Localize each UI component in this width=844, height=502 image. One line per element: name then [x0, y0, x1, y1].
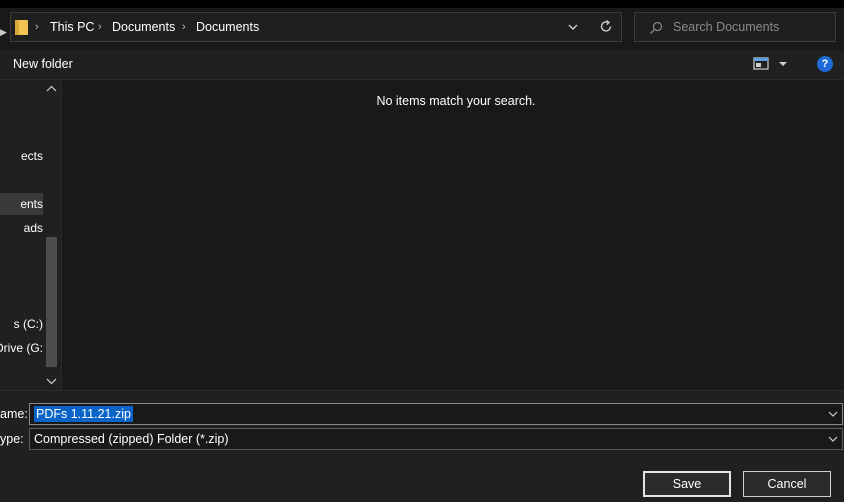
search-icon	[650, 21, 663, 34]
scroll-thumb[interactable]	[46, 237, 57, 367]
nav-item-local-disk-c[interactable]: s (C:)	[0, 313, 43, 335]
scroll-down-icon[interactable]	[43, 374, 60, 388]
search-box[interactable]	[634, 12, 836, 42]
chevron-down-icon[interactable]	[828, 409, 838, 419]
breadcrumb-separator-icon[interactable]: ›	[35, 13, 39, 41]
nav-item-documents[interactable]: ents	[0, 193, 43, 215]
save-button[interactable]: Save	[643, 471, 731, 497]
nav-item-drive-g[interactable]: Drive (G:	[0, 337, 43, 359]
file-type-select[interactable]: Compressed (zipped) Folder (*.zip)	[29, 428, 843, 450]
help-icon[interactable]: ?	[817, 56, 833, 72]
file-type-value: Compressed (zipped) Folder (*.zip)	[34, 432, 229, 446]
toolbar: New folder ?	[0, 50, 844, 80]
address-bar[interactable]: › This PC › Documents › Documents	[10, 12, 622, 42]
search-input[interactable]	[673, 13, 829, 41]
nav-item-label: Drive (G:	[0, 341, 43, 355]
address-row: ▶ › This PC › Documents › Documents	[0, 8, 844, 50]
nav-item-label: s (C:)	[13, 317, 43, 331]
breadcrumb-separator-icon[interactable]: ›	[98, 13, 102, 41]
save-form: ame: PDFs 1.11.21.zip ype: Compressed (z…	[0, 390, 844, 502]
nav-item-label: ects	[20, 149, 43, 163]
file-name-field[interactable]: PDFs 1.11.21.zip	[29, 403, 843, 425]
file-list-area[interactable]: No items match your search.	[63, 80, 844, 390]
file-name-value[interactable]: PDFs 1.11.21.zip	[34, 406, 133, 422]
nav-item-objects[interactable]: ects	[0, 145, 43, 167]
file-type-label: ype:	[0, 432, 24, 446]
nav-up-arrow-icon[interactable]: ▶	[0, 26, 7, 38]
nav-item-label: ents	[20, 197, 43, 211]
change-view-icon[interactable]	[753, 56, 791, 72]
cancel-button[interactable]: Cancel	[743, 471, 831, 497]
empty-message: No items match your search.	[376, 94, 536, 108]
new-folder-button[interactable]: New folder	[13, 50, 73, 78]
refresh-icon[interactable]	[599, 19, 614, 34]
breadcrumb-separator-icon[interactable]: ›	[182, 13, 186, 41]
file-name-label: ame:	[0, 407, 28, 421]
nav-item-label: ads	[23, 221, 43, 235]
breadcrumb-documents[interactable]: Documents	[112, 13, 175, 41]
title-strip	[0, 0, 844, 8]
breadcrumb-this-pc[interactable]: This PC	[50, 13, 94, 41]
chevron-down-icon[interactable]	[828, 434, 838, 444]
chevron-down-icon[interactable]	[567, 21, 579, 33]
folder-icon	[15, 20, 28, 35]
nav-item-downloads[interactable]: ads	[0, 217, 43, 239]
breadcrumb-documents-current[interactable]: Documents	[196, 13, 259, 41]
navigation-pane: ects ents ads s (C:) Drive (G:	[0, 80, 62, 390]
scroll-up-icon[interactable]	[43, 82, 60, 96]
